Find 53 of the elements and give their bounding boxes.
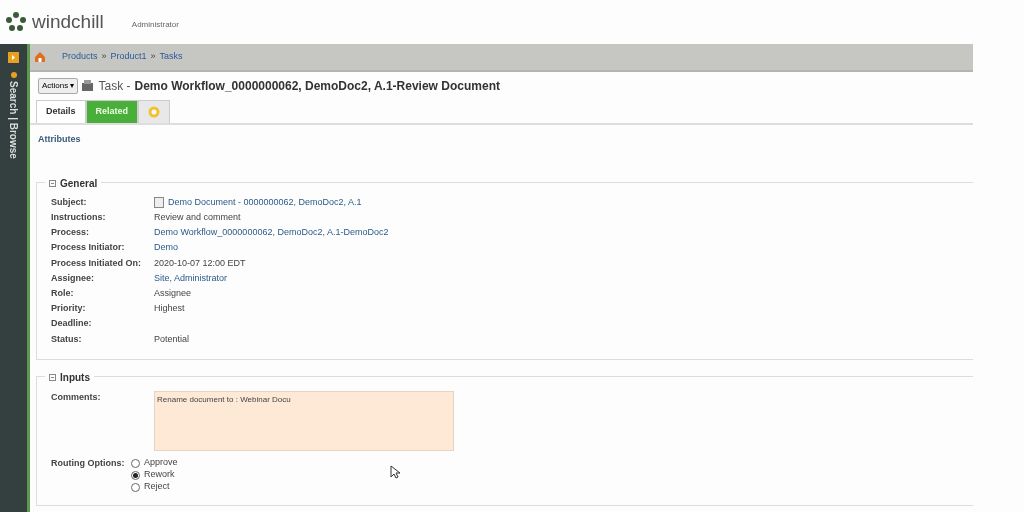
section-title: Inputs [60,371,90,385]
section-label: Attributes [37,132,82,146]
field-label: Deadline: [51,317,93,331]
radio-button[interactable] [131,458,140,468]
option-label: Reject [144,480,170,494]
field-label: Status: [51,332,83,346]
page-title: Demo Workflow_0000000062, DemoDoc2, A.1-Review Document [134,78,500,95]
field-link[interactable]: Demo Workflow_0000000062, DemoDoc2, A.1-DemoDoc2 [154,226,389,240]
field-label: Process Initiator: [51,241,126,255]
field-label: Subject: [51,195,88,209]
comments-field[interactable]: Rename document to : Webinar Docu [154,391,454,451]
field-link[interactable]: Site, Administrator [154,271,228,286]
option-label: Rework [144,468,175,482]
field-value: Potential [154,332,190,346]
user-name: Administrator [131,19,179,31]
breadcrumb-separator: » [150,50,156,64]
document-link[interactable]: Demo Document - 0000000062, DemoDoc2, A.1 [168,195,362,210]
field-label: Process Initiated On: [51,256,143,270]
actions-button[interactable]: Actions ▾ [38,78,79,94]
breadcrumb-separator: » [101,50,107,64]
field-label: Priority: [51,302,87,316]
breadcrumb-link[interactable]: Tasks [159,50,183,64]
home-icon[interactable] [34,51,46,63]
breadcrumb-link[interactable]: Product1 [110,50,147,64]
sun-icon [148,105,161,118]
sidebar-tab[interactable]: Search | Browse [6,81,21,159]
field-value: Review and comment [154,211,241,225]
breadcrumb-link[interactable]: Products [62,50,98,64]
collapse-icon[interactable] [49,374,56,381]
field-value: Assignee [154,286,192,300]
radio-button[interactable] [131,470,140,480]
field-link[interactable]: Demo [154,241,178,255]
pin-icon[interactable] [9,71,18,79]
field-label: Comments: [51,391,102,404]
radio-button[interactable] [131,482,140,492]
task-icon [82,80,95,92]
field-label: Assignee: [51,271,95,285]
title-prefix: Task - [98,78,131,95]
panel-toggle-icon[interactable] [8,52,19,63]
field-label: Role: [51,286,75,300]
section-title: General [60,177,98,191]
option-label: Approve [144,456,178,470]
document-icon [154,197,164,209]
field-label: Process: [51,226,91,240]
cursor-icon [389,465,400,479]
field-label: Routing Options: [51,457,126,470]
field-value: Highest [154,302,185,316]
logo-icon [6,12,26,32]
collapse-icon[interactable] [49,180,56,187]
product-name: windchill [32,9,104,34]
field-label: Instructions: [51,211,107,225]
field-value: 2020-10-07 12:00 EDT [154,256,246,270]
tab[interactable]: Details [36,100,86,123]
